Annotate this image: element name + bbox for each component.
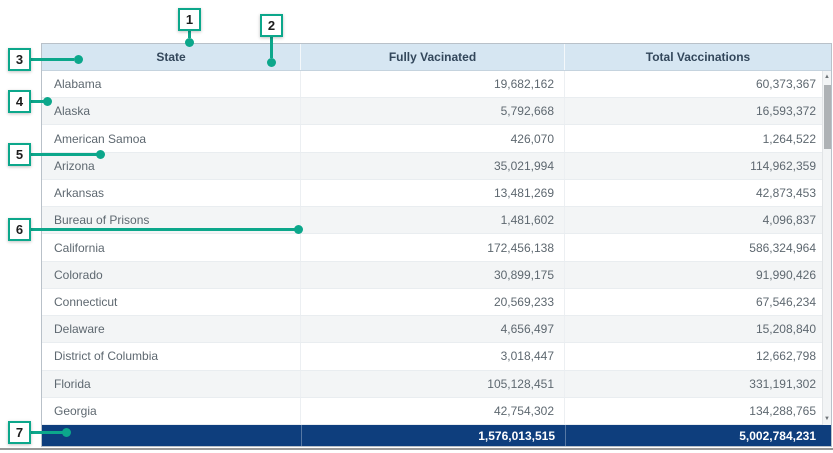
annotation-dot-2 [267, 58, 276, 67]
annotation-line-2 [270, 37, 273, 58]
cell-total-vaccinations: 91,990,426 [565, 262, 831, 288]
table-total-row: 1,576,013,515 5,002,784,231 [42, 425, 831, 446]
table-row[interactable]: Connecticut20,569,23367,546,234 [42, 289, 831, 316]
table-row[interactable]: American Samoa426,0701,264,522 [42, 125, 831, 152]
cell-state: Georgia [42, 398, 301, 424]
total-fully-vaccinated: 1,576,013,515 [301, 425, 565, 446]
total-total-vaccinations: 5,002,784,231 [565, 425, 831, 446]
cell-fully-vaccinated: 20,569,233 [301, 289, 565, 315]
annotation-dot-3 [74, 55, 83, 64]
cell-state: Arizona [42, 153, 301, 179]
annotation-line-6 [31, 228, 295, 231]
cell-state: California [42, 234, 301, 260]
annotation-dot-6 [294, 225, 303, 234]
total-row-state-cell [42, 425, 301, 446]
table-body: Alabama19,682,16260,373,367Alaska5,792,6… [42, 71, 831, 425]
table-row[interactable]: California172,456,138586,324,964 [42, 234, 831, 261]
cell-fully-vaccinated: 426,070 [301, 125, 565, 151]
annotation-badge-2: 2 [260, 14, 283, 37]
cell-total-vaccinations: 15,208,840 [565, 316, 831, 342]
vertical-scrollbar[interactable]: ▲ ▼ [822, 71, 831, 425]
data-table: State Fully Vacinated Total Vaccinations… [41, 43, 832, 447]
screenshot-root: State Fully Vacinated Total Vaccinations… [0, 0, 833, 453]
cell-fully-vaccinated: 105,128,451 [301, 371, 565, 397]
cell-total-vaccinations: 67,546,234 [565, 289, 831, 315]
scrollbar-thumb[interactable] [824, 85, 831, 149]
cell-fully-vaccinated: 3,018,447 [301, 343, 565, 369]
table-row[interactable]: Florida105,128,451331,191,302 [42, 371, 831, 398]
table-row[interactable]: Alaska5,792,66816,593,372 [42, 98, 831, 125]
cell-fully-vaccinated: 172,456,138 [301, 234, 565, 260]
annotation-badge-6: 6 [8, 218, 31, 241]
cell-state: Florida [42, 371, 301, 397]
cell-total-vaccinations: 586,324,964 [565, 234, 831, 260]
column-header-fully-vaccinated[interactable]: Fully Vacinated [301, 44, 565, 70]
cell-total-vaccinations: 60,373,367 [565, 71, 831, 97]
annotation-line-3 [31, 58, 74, 61]
annotation-line-7 [31, 431, 63, 434]
cell-state: Colorado [42, 262, 301, 288]
annotation-dot-7 [62, 428, 71, 437]
annotation-dot-1 [185, 38, 194, 47]
cell-state: Delaware [42, 316, 301, 342]
annotation-line-5 [31, 153, 97, 156]
cell-total-vaccinations: 42,873,453 [565, 180, 831, 206]
annotation-dot-5 [96, 150, 105, 159]
table-row[interactable]: Arkansas13,481,26942,873,453 [42, 180, 831, 207]
cell-fully-vaccinated: 13,481,269 [301, 180, 565, 206]
cell-total-vaccinations: 12,662,798 [565, 343, 831, 369]
cell-total-vaccinations: 1,264,522 [565, 125, 831, 151]
cell-state: Connecticut [42, 289, 301, 315]
table-row[interactable]: Delaware4,656,49715,208,840 [42, 316, 831, 343]
table-header-row: State Fully Vacinated Total Vaccinations [42, 44, 831, 71]
cell-fully-vaccinated: 1,481,602 [301, 207, 565, 233]
annotation-line-1 [188, 31, 191, 38]
cell-total-vaccinations: 331,191,302 [565, 371, 831, 397]
cell-state: Alaska [42, 98, 301, 124]
table-row[interactable]: Colorado30,899,17591,990,426 [42, 262, 831, 289]
window-bottom-edge [0, 448, 833, 450]
column-header-total-vaccinations[interactable]: Total Vaccinations [565, 44, 831, 70]
cell-state: Arkansas [42, 180, 301, 206]
cell-state: Alabama [42, 71, 301, 97]
cell-total-vaccinations: 114,962,359 [565, 153, 831, 179]
scrollbar-down-icon[interactable]: ▼ [823, 413, 831, 425]
cell-fully-vaccinated: 19,682,162 [301, 71, 565, 97]
cell-total-vaccinations: 4,096,837 [565, 207, 831, 233]
annotation-badge-3: 3 [8, 48, 31, 71]
table-row[interactable]: District of Columbia3,018,44712,662,798 [42, 343, 831, 370]
annotation-badge-4: 4 [8, 90, 31, 113]
cell-fully-vaccinated: 5,792,668 [301, 98, 565, 124]
cell-fully-vaccinated: 4,656,497 [301, 316, 565, 342]
cell-state: District of Columbia [42, 343, 301, 369]
cell-fully-vaccinated: 42,754,302 [301, 398, 565, 424]
annotation-badge-1: 1 [178, 8, 201, 31]
annotation-dot-4 [43, 97, 52, 106]
annotation-badge-5: 5 [8, 143, 31, 166]
cell-total-vaccinations: 16,593,372 [565, 98, 831, 124]
table-row[interactable]: Alabama19,682,16260,373,367 [42, 71, 831, 98]
annotation-badge-7: 7 [8, 421, 31, 444]
cell-total-vaccinations: 134,288,765 [565, 398, 831, 424]
table-row[interactable]: Arizona35,021,994114,962,359 [42, 153, 831, 180]
cell-fully-vaccinated: 30,899,175 [301, 262, 565, 288]
table-row[interactable]: Georgia42,754,302134,288,765 [42, 398, 831, 425]
cell-state: American Samoa [42, 125, 301, 151]
scrollbar-up-icon[interactable]: ▲ [823, 71, 831, 83]
cell-fully-vaccinated: 35,021,994 [301, 153, 565, 179]
